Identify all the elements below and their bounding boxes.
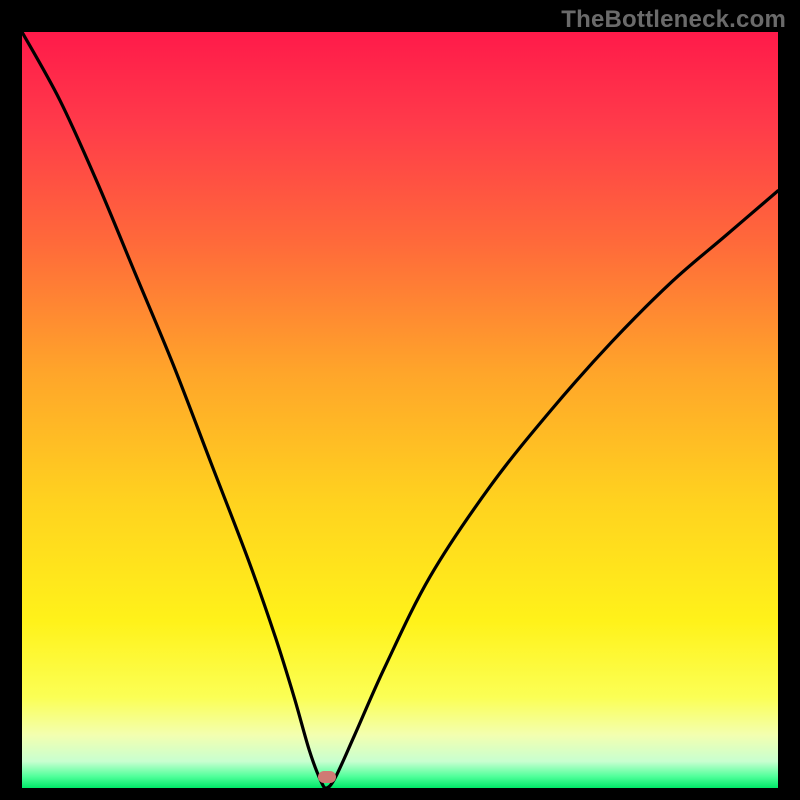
chart-frame: TheBottleneck.com [0,0,800,800]
watermark-text: TheBottleneck.com [561,6,786,34]
plot-area [22,32,778,788]
minimum-marker [318,771,336,783]
bottleneck-curve [22,32,778,788]
